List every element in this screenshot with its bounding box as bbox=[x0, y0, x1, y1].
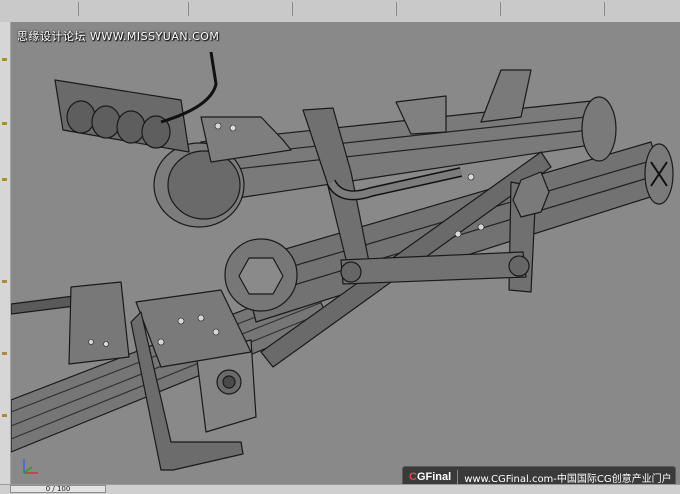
cgfinal-logo: CGFinal bbox=[409, 471, 452, 483]
end-cap bbox=[581, 96, 617, 162]
forum-watermark: 思缘设计论坛 WWW.MISSYUAN.COM bbox=[17, 30, 220, 43]
clamp bbox=[68, 281, 130, 365]
panel-marker bbox=[2, 122, 7, 125]
command-panel-edge[interactable] bbox=[0, 22, 11, 484]
toolbar bbox=[0, 0, 680, 23]
spring bbox=[54, 51, 218, 153]
toolbar-separator bbox=[396, 2, 397, 16]
toolbar-separator bbox=[604, 2, 605, 16]
panel-marker bbox=[2, 414, 7, 417]
panel-marker bbox=[2, 280, 7, 283]
toolbar-separator bbox=[292, 2, 293, 16]
toolbar-separator bbox=[500, 2, 501, 16]
wireframe-model bbox=[11, 51, 674, 471]
panel-marker bbox=[2, 58, 7, 61]
brand-tagline: www.CGFinal.com-中国国际CG创意产业门户 bbox=[464, 473, 672, 485]
time-slider[interactable]: 0 / 100 bbox=[10, 485, 106, 493]
toolbar-separator bbox=[78, 2, 79, 16]
toolbar-separator bbox=[188, 2, 189, 16]
panel-marker bbox=[2, 178, 7, 181]
perspective-viewport[interactable]: 思缘设计论坛 WWW.MISSYUAN.COM bbox=[11, 22, 680, 484]
axis-gizmo-icon bbox=[23, 459, 38, 474]
panel-marker bbox=[2, 352, 7, 355]
